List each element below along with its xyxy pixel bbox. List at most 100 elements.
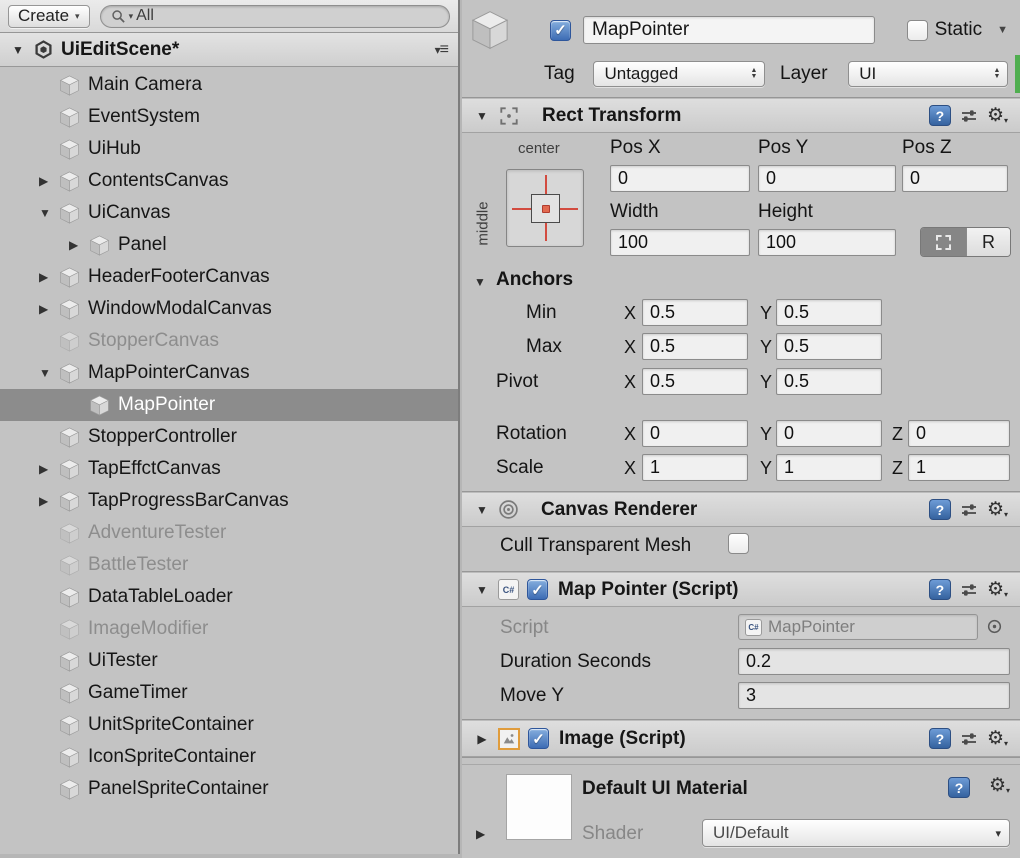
rotation-x-field[interactable]: 0	[642, 420, 748, 447]
help-icon[interactable]: ?	[929, 579, 951, 600]
hierarchy-item-battletester[interactable]: BattleTester	[0, 549, 458, 581]
presets-icon[interactable]	[959, 729, 979, 749]
move-y-field[interactable]: 3	[738, 682, 1010, 709]
foldout-open-icon[interactable]: ▼	[10, 43, 26, 57]
layer-dropdown[interactable]: UI ▲▼	[848, 61, 1008, 87]
rotation-z-field[interactable]: 0	[908, 420, 1010, 447]
hierarchy-item-mappointer[interactable]: MapPointer	[0, 389, 458, 421]
hierarchy-item-iconspritecontainer[interactable]: IconSpriteContainer	[0, 741, 458, 773]
script-object-field[interactable]: C# MapPointer	[738, 614, 978, 640]
foldout-closed-icon[interactable]: ▶	[36, 494, 58, 508]
foldout-closed-icon[interactable]: ▶	[36, 302, 58, 316]
foldout-open-icon[interactable]: ▼	[36, 366, 58, 380]
tag-dropdown[interactable]: Untagged ▲▼	[593, 61, 765, 87]
pos-z-field[interactable]: 0	[902, 165, 1008, 192]
hierarchy-item-main-camera[interactable]: Main Camera	[0, 69, 458, 101]
foldout-open-icon[interactable]: ▼	[474, 503, 490, 517]
image-script-header[interactable]: ▶ ✓ Image (Script) ? ⚙▾	[462, 720, 1020, 757]
hierarchy-item-mappointercanvas[interactable]: ▼ MapPointerCanvas	[0, 357, 458, 389]
presets-icon[interactable]	[959, 106, 979, 126]
help-icon[interactable]: ?	[948, 777, 970, 798]
active-checkbox[interactable]: ✓	[550, 20, 571, 41]
gear-icon[interactable]: ⚙▾	[987, 729, 1008, 748]
anchors-max-x-field[interactable]: 0.5	[642, 333, 748, 360]
search-input[interactable]: ▾ All	[100, 5, 450, 28]
width-field[interactable]: 100	[610, 229, 750, 256]
map-pointer-script-header[interactable]: ▼ C# ✓ Map Pointer (Script) ? ⚙▾	[462, 572, 1020, 607]
help-icon[interactable]: ?	[929, 105, 951, 126]
hierarchy-item-gametimer[interactable]: GameTimer	[0, 677, 458, 709]
hierarchy-item-tapprogressbarcanvas[interactable]: ▶ TapProgressBarCanvas	[0, 485, 458, 517]
hierarchy-item-uihub[interactable]: UiHub	[0, 133, 458, 165]
gameobject-name-field[interactable]: MapPointer	[583, 16, 875, 44]
hierarchy-item-datatableloader[interactable]: DataTableLoader	[0, 581, 458, 613]
hierarchy-item-stoppercontroller[interactable]: StopperController	[0, 421, 458, 453]
pos-y-field[interactable]: 0	[758, 165, 896, 192]
gear-icon[interactable]: ⚙▾	[987, 500, 1008, 519]
search-filter-dropdown-icon[interactable]: ▾	[129, 11, 134, 22]
hierarchy-item-eventsystem[interactable]: EventSystem	[0, 101, 458, 133]
blueprint-mode-button[interactable]	[921, 228, 966, 256]
help-icon[interactable]: ?	[929, 728, 951, 749]
hierarchy-item-unitspritecontainer[interactable]: UnitSpriteContainer	[0, 709, 458, 741]
static-checkbox[interactable]: ✓	[907, 20, 928, 41]
gameobject-cube-icon	[58, 522, 81, 545]
hierarchy-item-uitester[interactable]: UiTester	[0, 645, 458, 677]
hierarchy-item-panel[interactable]: ▶ Panel	[0, 229, 458, 261]
foldout-open-icon[interactable]: ▼	[474, 583, 490, 597]
foldout-closed-icon[interactable]: ▶	[474, 732, 490, 746]
foldout-open-icon[interactable]: ▼	[474, 109, 490, 123]
scale-z-field[interactable]: 1	[908, 454, 1010, 481]
pos-x-field[interactable]: 0	[610, 165, 750, 192]
hierarchy-toolbar: Create ▾ ▾ All	[0, 0, 458, 33]
hierarchy-item-tapeffctcanvas[interactable]: ▶ TapEffctCanvas	[0, 453, 458, 485]
foldout-closed-icon[interactable]: ▶	[36, 462, 58, 476]
height-field[interactable]: 100	[758, 229, 896, 256]
pivot-y-field[interactable]: 0.5	[776, 368, 882, 395]
anchor-preset-widget[interactable]	[506, 169, 584, 247]
foldout-closed-icon[interactable]: ▶	[476, 827, 485, 841]
shader-dropdown[interactable]: UI/Default ▾	[702, 819, 1010, 847]
hierarchy-item-panelspritecontainer[interactable]: PanelSpriteContainer	[0, 773, 458, 805]
rotation-y-field[interactable]: 0	[776, 420, 882, 447]
anchors-min-y-field[interactable]: 0.5	[776, 299, 882, 326]
hierarchy-item-imagemodifier[interactable]: ImageModifier	[0, 613, 458, 645]
duration-seconds-field[interactable]: 0.2	[738, 648, 1010, 675]
hierarchy-item-uicanvas[interactable]: ▼ UiCanvas	[0, 197, 458, 229]
image-enabled-checkbox[interactable]: ✓	[528, 728, 549, 749]
create-button[interactable]: Create ▾	[8, 5, 90, 28]
canvas-renderer-header[interactable]: ▼ Canvas Renderer ? ⚙▾	[462, 492, 1020, 527]
gear-icon[interactable]: ⚙▾	[987, 106, 1008, 125]
hierarchy-item-headerfootercanvas[interactable]: ▶ HeaderFooterCanvas	[0, 261, 458, 293]
cull-transparent-mesh-checkbox[interactable]: ✓	[728, 533, 749, 554]
script-enabled-checkbox[interactable]: ✓	[527, 579, 548, 600]
material-preview[interactable]	[506, 774, 572, 840]
help-icon[interactable]: ?	[929, 499, 951, 520]
foldout-closed-icon[interactable]: ▶	[36, 270, 58, 284]
foldout-open-icon[interactable]: ▼	[36, 206, 58, 220]
hierarchy-item-contentscanvas[interactable]: ▶ ContentsCanvas	[0, 165, 458, 197]
move-y-label: Move Y	[500, 685, 564, 707]
gameobject-icon[interactable]	[468, 8, 512, 52]
hierarchy-item-windowmodalcanvas[interactable]: ▶ WindowModalCanvas	[0, 293, 458, 325]
gear-icon[interactable]: ⚙▾	[989, 776, 1010, 795]
scale-x-field[interactable]: 1	[642, 454, 748, 481]
presets-icon[interactable]	[959, 580, 979, 600]
foldout-open-icon[interactable]: ▼	[474, 275, 486, 289]
foldout-closed-icon[interactable]: ▶	[66, 238, 88, 252]
scale-y-field[interactable]: 1	[776, 454, 882, 481]
object-picker-icon[interactable]	[986, 618, 1003, 635]
hierarchy-item-adventuretester[interactable]: AdventureTester	[0, 517, 458, 549]
hierarchy-item-stoppercanvas[interactable]: StopperCanvas	[0, 325, 458, 357]
foldout-closed-icon[interactable]: ▶	[36, 174, 58, 188]
raw-edit-mode-button[interactable]: R	[966, 228, 1010, 256]
pivot-x-field[interactable]: 0.5	[642, 368, 748, 395]
gear-icon[interactable]: ⚙▾	[987, 580, 1008, 599]
presets-icon[interactable]	[959, 500, 979, 520]
anchors-max-y-field[interactable]: 0.5	[776, 333, 882, 360]
pane-menu-icon[interactable]: ▾≡	[435, 41, 448, 59]
anchors-min-x-field[interactable]: 0.5	[642, 299, 748, 326]
static-dropdown-icon[interactable]: ▼	[997, 24, 1008, 36]
rect-transform-header[interactable]: ▼ Rect Transform ? ⚙▾	[462, 98, 1020, 133]
scene-header[interactable]: ▼ UiEditScene* ▾≡	[0, 33, 458, 67]
